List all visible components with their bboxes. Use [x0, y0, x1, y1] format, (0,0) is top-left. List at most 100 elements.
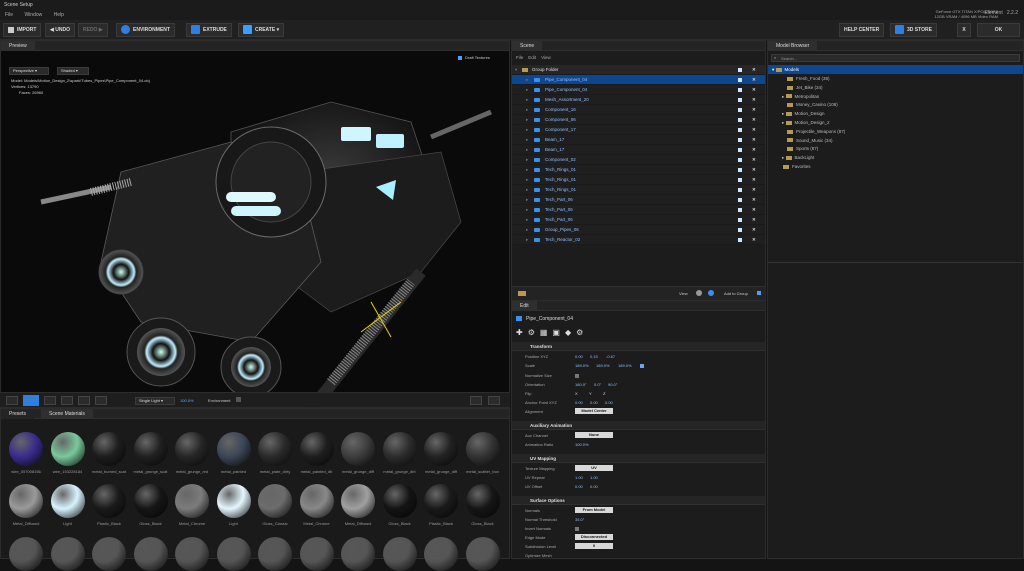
- alignment-dropdown[interactable]: Model Center: [575, 408, 613, 414]
- scale-x[interactable]: 189.0%: [575, 363, 589, 368]
- invert-normals-checkbox[interactable]: [575, 527, 579, 531]
- material-swatch[interactable]: [216, 537, 251, 571]
- scene-item[interactable]: ▸ Beam_17 ✕: [512, 135, 765, 145]
- visibility-checkbox[interactable]: [738, 218, 742, 222]
- scene-item[interactable]: ▸ Component_06 ✕: [512, 115, 765, 125]
- material-swatch[interactable]: [9, 537, 43, 571]
- new-folder-icon[interactable]: [518, 291, 526, 296]
- view-mode-icon[interactable]: [708, 290, 714, 296]
- view-toggle-icon[interactable]: [696, 290, 702, 296]
- uv-repeat-v[interactable]: 1.00: [590, 475, 598, 480]
- browser-item[interactable]: Jet_Bike (34): [768, 83, 1023, 92]
- flip-x[interactable]: X: [575, 391, 578, 396]
- edit-toolbar[interactable]: ✚⚙▦▣◆⚙: [516, 328, 588, 337]
- subdiv-dropdown[interactable]: 0: [575, 543, 613, 549]
- create-button[interactable]: CREATE ▾: [238, 23, 285, 37]
- uv-offset-v[interactable]: 0.00: [590, 484, 598, 489]
- delete-icon[interactable]: ✕: [752, 75, 756, 85]
- anchor-z[interactable]: 0.00: [605, 400, 613, 405]
- delete-icon[interactable]: ✕: [752, 185, 756, 195]
- scene-menu-view[interactable]: View: [541, 55, 551, 60]
- material-swatch[interactable]: [133, 432, 168, 466]
- position-x[interactable]: 0.00: [575, 354, 583, 359]
- view-mode-dropdown[interactable]: Perspective ▾: [9, 67, 49, 75]
- material-swatch[interactable]: [341, 432, 375, 466]
- material-swatch[interactable]: [299, 484, 334, 518]
- orientation-x[interactable]: 180.0°: [575, 382, 587, 387]
- scene-menu-file[interactable]: File: [516, 55, 523, 60]
- material-swatch[interactable]: [92, 537, 126, 571]
- shade-mode-dropdown[interactable]: Shaded ▾: [57, 67, 89, 75]
- 3d-model-render[interactable]: [1, 92, 511, 432]
- visibility-checkbox[interactable]: [738, 98, 742, 102]
- edge-mode-dropdown[interactable]: Disconnected: [575, 534, 613, 540]
- visibility-checkbox[interactable]: [738, 138, 742, 142]
- material-swatch[interactable]: [465, 537, 500, 571]
- uv-repeat-u[interactable]: 1.00: [575, 475, 583, 480]
- normalize-checkbox[interactable]: [575, 374, 579, 378]
- uv-offset-u[interactable]: 0.00: [575, 484, 583, 489]
- scene-item[interactable]: ▸ Group_Pipes_06 ✕: [512, 225, 765, 235]
- flip-z[interactable]: Z: [603, 391, 605, 396]
- material-swatch[interactable]: [341, 484, 375, 518]
- layout-icon[interactable]: [6, 396, 18, 405]
- material-swatch[interactable]: [258, 432, 292, 466]
- visibility-checkbox[interactable]: [738, 238, 742, 242]
- anim-ratio-value[interactable]: 100.0%: [575, 442, 589, 447]
- material-swatch[interactable]: [382, 484, 417, 518]
- move-tool-icon[interactable]: [44, 396, 56, 405]
- material-swatch[interactable]: [175, 484, 209, 518]
- scene-root-row[interactable]: ▾ Group Folder ✕: [512, 65, 765, 75]
- object-name[interactable]: Pipe_Component_04: [526, 316, 573, 322]
- material-swatch[interactable]: [424, 537, 458, 571]
- visibility-checkbox[interactable]: [738, 78, 742, 82]
- material-swatch[interactable]: [258, 537, 292, 571]
- surface-options-section[interactable]: Surface Options: [512, 496, 765, 505]
- visibility-checkbox[interactable]: [738, 168, 742, 172]
- delete-icon[interactable]: ✕: [752, 235, 756, 245]
- draft-textures-toggle[interactable]: Draft Textures: [458, 55, 490, 60]
- help-center-button[interactable]: HELP CENTER: [839, 23, 885, 37]
- browser-root[interactable]: ▾ Models: [768, 65, 1023, 74]
- environment-button[interactable]: ENVIRONMENT: [116, 23, 175, 37]
- delete-icon[interactable]: ✕: [752, 145, 756, 155]
- delete-icon[interactable]: ✕: [752, 155, 756, 165]
- visibility-checkbox[interactable]: [738, 68, 742, 72]
- menu-window[interactable]: Window: [24, 12, 42, 18]
- tab-edit[interactable]: Edit: [512, 301, 537, 311]
- delete-icon[interactable]: ✕: [752, 215, 756, 225]
- scene-item[interactable]: ▸ Tech_Rings_01 ✕: [512, 175, 765, 185]
- material-swatch[interactable]: [133, 537, 168, 571]
- flip-y[interactable]: Y: [589, 391, 592, 396]
- position-y[interactable]: 0.15: [590, 354, 598, 359]
- scale-z[interactable]: 189.0%: [618, 363, 632, 368]
- 3d-store-button[interactable]: 3D STORE: [890, 23, 937, 37]
- scene-item[interactable]: ▸ Tech_Rings_01 ✕: [512, 165, 765, 175]
- redo-button[interactable]: REDO ▶: [78, 23, 108, 37]
- scene-item[interactable]: ▸ Tech_Rings_01 ✕: [512, 185, 765, 195]
- import-button[interactable]: IMPORT: [3, 23, 42, 37]
- search-input[interactable]: ⌕ Search...: [771, 54, 1020, 62]
- tab-preview[interactable]: Preview: [1, 41, 35, 51]
- delete-icon[interactable]: ✕: [752, 65, 756, 75]
- aux-channel-dropdown[interactable]: None: [575, 432, 613, 438]
- delete-icon[interactable]: ✕: [752, 165, 756, 175]
- material-swatch[interactable]: [382, 432, 417, 466]
- material-swatch[interactable]: [216, 432, 251, 466]
- material-swatch[interactable]: [465, 432, 500, 466]
- visibility-checkbox[interactable]: [738, 178, 742, 182]
- browser-item[interactable]: ▸ Motion_Design: [768, 109, 1023, 118]
- delete-icon[interactable]: ✕: [752, 85, 756, 95]
- browser-item[interactable]: Projectile_Weapons (87): [768, 127, 1023, 136]
- aux-animation-section[interactable]: Auxiliary Animation: [512, 421, 765, 430]
- material-swatch[interactable]: [92, 432, 126, 466]
- light-mode-dropdown[interactable]: Single Light ▾: [135, 397, 175, 405]
- browser-item[interactable]: ▸ BackLight: [768, 153, 1023, 162]
- material-swatch[interactable]: [299, 432, 334, 466]
- material-swatch[interactable]: [382, 537, 417, 571]
- material-swatch[interactable]: [175, 537, 209, 571]
- scene-item[interactable]: ▸ Tech_Part_06 ✕: [512, 195, 765, 205]
- material-swatch[interactable]: [50, 432, 85, 466]
- scene-item[interactable]: ▸ Pipe_Component_04 ✕: [512, 75, 765, 85]
- material-swatch[interactable]: [216, 484, 251, 518]
